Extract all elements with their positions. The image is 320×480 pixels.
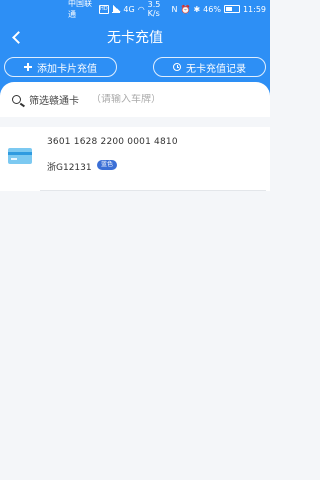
speed-label: 3.5 K/s [147, 0, 161, 18]
navigation-bar: 无卡充值 [0, 18, 270, 56]
back-button[interactable] [6, 26, 28, 48]
chevron-left-icon [12, 30, 25, 44]
signal-icon [111, 5, 121, 13]
alarm-icon: ⏰ [180, 4, 191, 14]
nfc-icon: N [171, 4, 178, 14]
search-icon [12, 95, 21, 104]
status-left: 中国联通 HD 4G ◠ 3.5 K/s [68, 0, 172, 20]
battery-icon [223, 5, 240, 13]
action-buttons: 添加卡片充值 无卡充值记录 [0, 57, 270, 77]
plate-color-badge: 蓝色 [97, 160, 118, 170]
license-plate: 浙G12131 [47, 163, 92, 173]
cardless-recharge-records-button[interactable]: 无卡充值记录 [153, 57, 266, 77]
cardless-recharge-records-label: 无卡充值记录 [186, 63, 246, 75]
battery-percent: 46% [203, 4, 221, 14]
clock-time: 11:59 [242, 4, 266, 14]
card-number: 3601 1628 2200 0001 4810 [47, 137, 178, 147]
add-card-recharge-label: 添加卡片充值 [37, 63, 97, 75]
status-right: N ⏰ ✱ 46% 11:59 [172, 5, 267, 14]
page-title: 无卡充值 [107, 30, 163, 46]
hd-icon: HD [98, 4, 109, 14]
wifi-icon: ◠ [137, 4, 145, 14]
header: 中国联通 HD 4G ◠ 3.5 K/s N ⏰ ✱ 46% 11:59 无卡充… [0, 0, 270, 117]
card-icon [8, 148, 32, 164]
plus-icon [24, 63, 32, 71]
card-list-item[interactable]: 3601 1628 2200 0001 4810 浙G12131 蓝色 [0, 127, 270, 191]
bluetooth-icon: ✱ [193, 4, 201, 14]
clock-icon [173, 63, 181, 71]
filter-label: 筛选赣通卡 [29, 96, 79, 107]
status-bar: 中国联通 HD 4G ◠ 3.5 K/s N ⏰ ✱ 46% 11:59 [0, 0, 270, 20]
network-label: 4G [123, 4, 135, 14]
add-card-recharge-button[interactable]: 添加卡片充值 [4, 57, 117, 77]
filter-bar: 筛选赣通卡 [0, 82, 270, 117]
divider [40, 190, 266, 191]
carrier-label: 中国联通 [68, 0, 92, 19]
plate-search-input[interactable] [91, 94, 231, 105]
